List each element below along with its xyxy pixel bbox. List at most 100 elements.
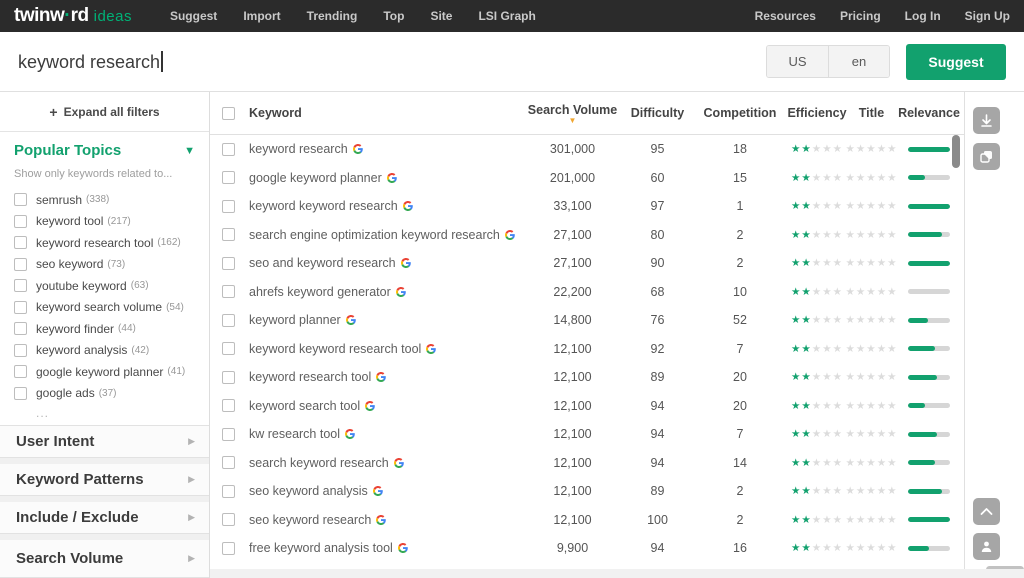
topic-semrush[interactable]: semrush(338)	[14, 189, 195, 211]
table-row[interactable]: seo keyword research12,1001002★★★★★★★★★★	[210, 506, 964, 535]
topic-keyword-analysis[interactable]: keyword analysis(42)	[14, 340, 195, 362]
nav-trending[interactable]: Trending	[307, 9, 358, 23]
row-checkbox[interactable]	[222, 428, 235, 441]
topic-checkbox[interactable]	[14, 365, 27, 378]
table-row[interactable]: seo and keyword research27,100902★★★★★★★…	[210, 249, 964, 278]
row-checkbox[interactable]	[222, 342, 235, 355]
keyword-text[interactable]: search engine optimization keyword resea…	[249, 228, 500, 242]
select-all-checkbox[interactable]	[222, 107, 235, 120]
section-user-intent[interactable]: User Intent▶	[0, 426, 209, 458]
row-checkbox[interactable]	[222, 513, 235, 526]
section-keyword-patterns[interactable]: Keyword Patterns▶	[0, 464, 209, 496]
table-row[interactable]: google keyword planner201,0006015★★★★★★★…	[210, 164, 964, 193]
search-input[interactable]: keyword research	[18, 51, 163, 73]
table-row[interactable]: keyword keyword research tool12,100927★★…	[210, 335, 964, 364]
copy-button[interactable]	[973, 143, 1000, 170]
topic-list-more[interactable]: ...	[36, 406, 195, 420]
row-checkbox[interactable]	[222, 371, 235, 384]
table-row[interactable]: keyword research tool12,1008920★★★★★★★★★…	[210, 363, 964, 392]
topic-checkbox[interactable]	[14, 279, 27, 292]
keyword-text[interactable]: keyword planner	[249, 313, 341, 327]
row-checkbox[interactable]	[222, 542, 235, 555]
table-row[interactable]: keyword keyword research33,100971★★★★★★★…	[210, 192, 964, 221]
keyword-column-header[interactable]: Keyword	[249, 106, 302, 120]
google-icon[interactable]	[346, 315, 356, 325]
row-checkbox[interactable]	[222, 285, 235, 298]
keyword-text[interactable]: seo keyword analysis	[249, 484, 368, 498]
vertical-scrollbar-thumb[interactable]	[952, 135, 960, 168]
row-checkbox[interactable]	[222, 314, 235, 327]
topic-checkbox[interactable]	[14, 236, 27, 249]
keyword-text[interactable]: keyword search tool	[249, 399, 360, 413]
google-icon[interactable]	[398, 543, 408, 553]
google-icon[interactable]	[387, 173, 397, 183]
keyword-text[interactable]: keyword research tool	[249, 370, 371, 384]
title-column-header[interactable]: Title	[849, 106, 894, 120]
nav-lsi-graph[interactable]: LSI Graph	[478, 9, 535, 23]
keyword-text[interactable]: free keyword analysis tool	[249, 541, 393, 555]
twinword-logo[interactable]: twinw·rd ideas	[14, 5, 132, 27]
topic-checkbox[interactable]	[14, 322, 27, 335]
row-checkbox[interactable]	[222, 399, 235, 412]
topic-keyword-finder[interactable]: keyword finder(44)	[14, 318, 195, 340]
table-row[interactable]: free keyword analysis tool9,9009416★★★★★…	[210, 534, 964, 563]
country-selector[interactable]: US	[767, 46, 828, 77]
nav-resources[interactable]: Resources	[755, 9, 816, 23]
relevance-column-header[interactable]: Relevance	[894, 106, 964, 120]
table-row[interactable]: keyword research301,0009518★★★★★★★★★★	[210, 135, 964, 164]
scroll-to-top-button[interactable]	[973, 498, 1000, 525]
keyword-text[interactable]: seo and keyword research	[249, 256, 396, 270]
table-row[interactable]: keyword planner14,8007652★★★★★★★★★★	[210, 306, 964, 335]
table-row[interactable]: keyword search tool12,1009420★★★★★★★★★★	[210, 392, 964, 421]
topic-checkbox[interactable]	[14, 344, 27, 357]
nav-top[interactable]: Top	[383, 9, 404, 23]
google-icon[interactable]	[401, 258, 411, 268]
popular-topics-header[interactable]: Popular Topics ▼	[14, 142, 195, 159]
search-volume-column-header[interactable]: Search Volume ▼	[525, 103, 620, 124]
section-search-volume[interactable]: Search Volume▶	[0, 540, 209, 578]
download-button[interactable]	[973, 107, 1000, 134]
row-checkbox[interactable]	[222, 171, 235, 184]
google-icon[interactable]	[365, 401, 375, 411]
google-icon[interactable]	[376, 372, 386, 382]
google-icon[interactable]	[353, 144, 363, 154]
nav-log-in[interactable]: Log In	[905, 9, 941, 23]
topic-google-ads[interactable]: google ads(37)	[14, 383, 195, 405]
keyword-text[interactable]: keyword keyword research	[249, 199, 398, 213]
expand-all-filters-button[interactable]: + Expand all filters	[0, 92, 209, 132]
topic-checkbox[interactable]	[14, 387, 27, 400]
nav-site[interactable]: Site	[430, 9, 452, 23]
keyword-text[interactable]: keyword research	[249, 142, 348, 156]
suggest-button[interactable]: Suggest	[906, 44, 1006, 80]
google-icon[interactable]	[373, 486, 383, 496]
topic-youtube-keyword[interactable]: youtube keyword(63)	[14, 275, 195, 297]
topic-checkbox[interactable]	[14, 215, 27, 228]
language-selector[interactable]: en	[828, 46, 889, 77]
keyword-text[interactable]: kw research tool	[249, 427, 340, 441]
nav-suggest[interactable]: Suggest	[170, 9, 217, 23]
table-row[interactable]: search engine optimization keyword resea…	[210, 221, 964, 250]
efficiency-column-header[interactable]: Efficiency	[785, 106, 849, 120]
google-icon[interactable]	[505, 230, 515, 240]
row-checkbox[interactable]	[222, 485, 235, 498]
nav-sign-up[interactable]: Sign Up	[965, 9, 1010, 23]
row-checkbox[interactable]	[222, 257, 235, 270]
competition-column-header[interactable]: Competition	[695, 106, 785, 120]
keyword-text[interactable]: google keyword planner	[249, 171, 382, 185]
nav-pricing[interactable]: Pricing	[840, 9, 881, 23]
keyword-text[interactable]: seo keyword research	[249, 513, 371, 527]
topic-keyword-research-tool[interactable]: keyword research tool(162)	[14, 232, 195, 254]
google-icon[interactable]	[376, 515, 386, 525]
google-icon[interactable]	[394, 458, 404, 468]
row-checkbox[interactable]	[222, 200, 235, 213]
table-row[interactable]: kw research tool12,100947★★★★★★★★★★	[210, 420, 964, 449]
topic-seo-keyword[interactable]: seo keyword(73)	[14, 254, 195, 276]
topic-checkbox[interactable]	[14, 193, 27, 206]
table-row[interactable]: search keyword research12,1009414★★★★★★★…	[210, 449, 964, 478]
table-row[interactable]: ahrefs keyword generator22,2006810★★★★★★…	[210, 278, 964, 307]
difficulty-column-header[interactable]: Difficulty	[620, 106, 695, 120]
google-icon[interactable]	[403, 201, 413, 211]
google-icon[interactable]	[396, 287, 406, 297]
row-checkbox[interactable]	[222, 143, 235, 156]
row-checkbox[interactable]	[222, 456, 235, 469]
